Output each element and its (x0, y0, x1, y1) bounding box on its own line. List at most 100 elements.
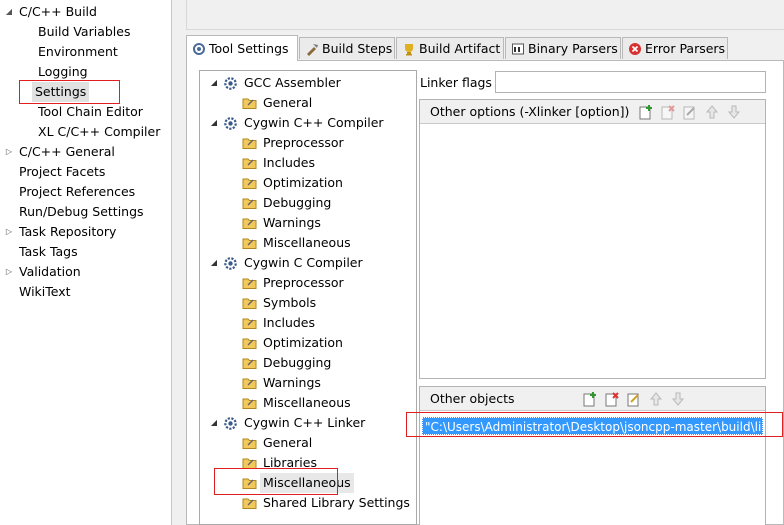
option-folder-icon (242, 436, 258, 450)
collapse-arrow-icon[interactable]: ◢ (4, 2, 14, 22)
binary-parsers-icon (512, 43, 524, 54)
page-header-strip (186, 0, 784, 30)
tab-error-parsers[interactable]: Error Parsers (622, 37, 728, 59)
tab-label: Binary Parsers (528, 41, 618, 56)
expand-arrow-icon[interactable]: ▷ (4, 142, 14, 162)
tool-tree-tool[interactable]: GCC Assembler (241, 73, 344, 93)
tab-tool-settings[interactable]: Tool Settings (186, 35, 298, 61)
tool-tree-label: Cygwin C++ Linker (244, 415, 366, 430)
move-down-icon[interactable] (726, 104, 742, 120)
expand-arrow-icon[interactable]: ▷ (4, 262, 14, 282)
tool-tree-tool[interactable]: Cygwin C Compiler (241, 253, 366, 273)
tool-settings-tree: ◢ GCC Assembler General ◢ Cygwin C++ Compile… (199, 70, 417, 525)
option-folder-icon (242, 276, 258, 290)
option-folder-icon (242, 96, 258, 110)
tool-tree-label: Miscellaneous (263, 235, 351, 250)
tool-tree-option[interactable]: Optimization (260, 333, 346, 353)
tool-tree-option[interactable]: Debugging (260, 193, 334, 213)
tab-label: Error Parsers (645, 41, 726, 56)
nav-item-xl-compiler[interactable]: XL C/C++ Compiler (35, 122, 163, 142)
tool-tree-option[interactable]: Shared Library Settings (260, 493, 413, 513)
tool-tree-option[interactable]: Preprocessor (260, 273, 347, 293)
tool-tree-label: Shared Library Settings (263, 495, 410, 510)
linker-flags-label: Linker flags (420, 75, 492, 90)
nav-item-wikitext[interactable]: WikiText (16, 282, 74, 302)
tool-gear-icon (223, 76, 238, 91)
nav-item-project-references[interactable]: Project References (16, 182, 138, 202)
move-up-icon[interactable] (704, 104, 720, 120)
tab-label: Build Steps (322, 41, 393, 56)
nav-item-project-facets[interactable]: Project Facets (16, 162, 108, 182)
nav-item-cpp-general[interactable]: C/C++ General (16, 142, 118, 162)
option-folder-icon (242, 496, 258, 510)
tool-tree-option[interactable]: Includes (260, 313, 318, 333)
nav-item-tool-chain-editor[interactable]: Tool Chain Editor (35, 102, 146, 122)
option-folder-icon (242, 316, 258, 330)
other-options-list[interactable]: Other options (-Xlinker [option]) (419, 99, 766, 379)
tool-tree-option[interactable]: Optimization (260, 173, 346, 193)
tool-gear-icon (223, 256, 238, 271)
nav-item-logging[interactable]: Logging (35, 62, 91, 82)
annotation-box-other-objects-item (406, 412, 783, 437)
move-up-icon[interactable] (648, 391, 664, 407)
nav-item-task-tags[interactable]: Task Tags (16, 242, 81, 262)
option-folder-icon (242, 336, 258, 350)
add-icon[interactable] (638, 104, 654, 120)
tool-tree-label: Optimization (263, 175, 343, 190)
tab-build-artifact[interactable]: Build Artifact (396, 37, 504, 59)
tool-tree-label: Preprocessor (263, 135, 344, 150)
tool-tree-option[interactable]: Debugging (260, 353, 334, 373)
nav-item-environment[interactable]: Environment (35, 42, 121, 62)
tab-build-steps[interactable]: Build Steps (299, 37, 395, 59)
option-folder-icon (242, 236, 258, 250)
tool-tree-label: Warnings (263, 215, 321, 230)
tool-settings-icon (193, 42, 205, 55)
nav-item-build-variables[interactable]: Build Variables (35, 22, 133, 42)
collapse-arrow-icon[interactable]: ◢ (209, 253, 219, 273)
edit-icon[interactable] (626, 391, 642, 407)
tool-tree-option[interactable]: General (260, 93, 315, 113)
nav-item-validation[interactable]: Validation (16, 262, 84, 282)
linker-flags-input[interactable] (495, 71, 766, 93)
option-folder-icon (242, 156, 258, 170)
tool-tree-label: Includes (263, 155, 316, 170)
tool-tree-label: Warnings (263, 375, 321, 390)
delete-icon[interactable] (660, 104, 676, 120)
tool-tree-option[interactable]: Miscellaneous (260, 393, 354, 413)
nav-item-run-debug-settings[interactable]: Run/Debug Settings (16, 202, 147, 222)
tool-tree-option[interactable]: Includes (260, 153, 318, 173)
option-folder-icon (242, 136, 258, 150)
collapse-arrow-icon[interactable]: ◢ (209, 413, 219, 433)
tool-tree-tool[interactable]: Cygwin C++ Compiler (241, 113, 387, 133)
tab-label: Tool Settings (209, 41, 289, 56)
tool-tree-option[interactable]: General (260, 433, 315, 453)
tool-tree-option[interactable]: Preprocessor (260, 133, 347, 153)
expand-arrow-icon[interactable]: ▷ (4, 222, 14, 242)
tool-tree-option[interactable]: Warnings (260, 213, 324, 233)
edit-icon[interactable] (682, 104, 698, 120)
nav-item-cpp-build[interactable]: C/C++ Build (16, 2, 100, 22)
option-folder-icon (242, 296, 258, 310)
tool-tree-label: Cygwin C++ Compiler (244, 115, 384, 130)
error-parsers-icon (629, 42, 641, 55)
other-objects-list[interactable]: Other objects "C:\Users\Administrator\De… (419, 386, 766, 525)
tool-tree-option[interactable]: Symbols (260, 293, 319, 313)
tool-tree-option[interactable]: Warnings (260, 373, 324, 393)
tool-tree-label: General (263, 435, 313, 450)
tool-tree-option[interactable]: Miscellaneous (260, 233, 354, 253)
add-icon[interactable] (582, 391, 598, 407)
move-down-icon[interactable] (670, 391, 686, 407)
tool-tree-label: Symbols (263, 295, 317, 310)
collapse-arrow-icon[interactable]: ◢ (209, 113, 219, 133)
collapse-arrow-icon[interactable]: ◢ (209, 73, 219, 93)
other-options-header: Other options (-Xlinker [option]) (420, 100, 765, 124)
other-objects-title: Other objects (430, 391, 515, 406)
tool-gear-icon (223, 416, 238, 431)
option-folder-icon (242, 216, 258, 230)
tab-binary-parsers[interactable]: Binary Parsers (505, 37, 621, 59)
other-options-title: Other options (-Xlinker [option]) (430, 104, 630, 119)
tool-tree-label: Miscellaneous (263, 395, 351, 410)
delete-icon[interactable] (604, 391, 620, 407)
tool-tree-tool[interactable]: Cygwin C++ Linker (241, 413, 368, 433)
nav-item-task-repository[interactable]: Task Repository (16, 222, 119, 242)
